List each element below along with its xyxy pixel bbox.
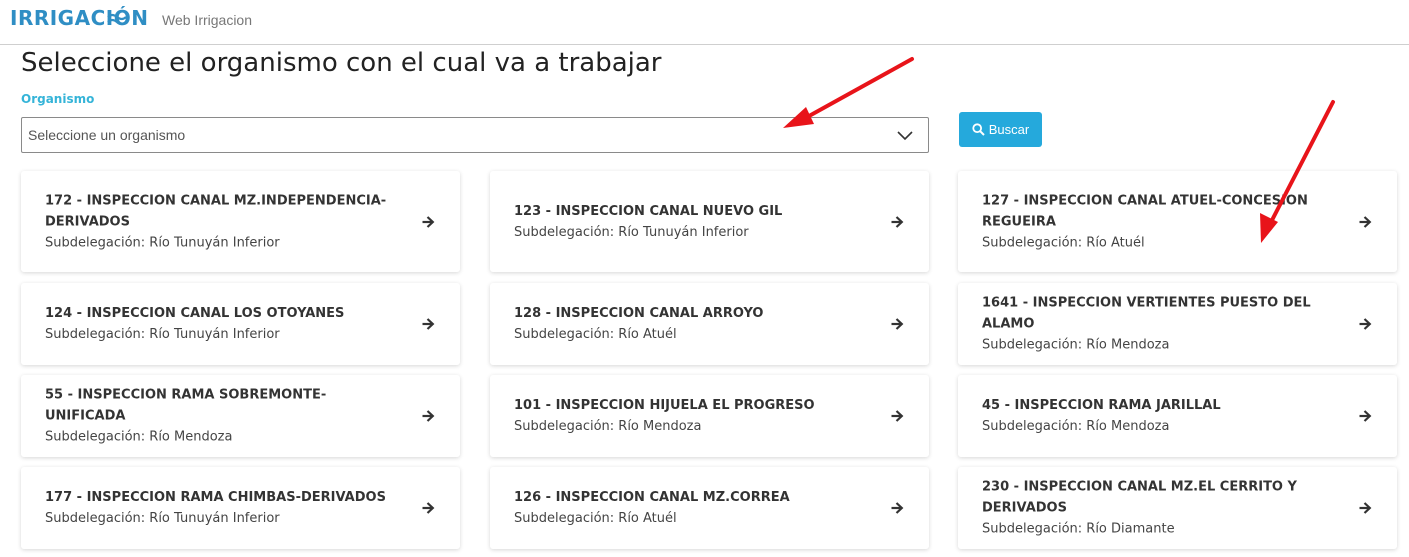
organismo-card[interactable]: 127 - INSPECCION CANAL ATUEL-CONCESION R… xyxy=(958,171,1397,272)
card-title: 127 - INSPECCION CANAL ATUEL-CONCESION R… xyxy=(982,193,1308,229)
organismo-card[interactable]: 1641 - INSPECCION VERTIENTES PUESTO DEL … xyxy=(958,283,1397,365)
brand-logo[interactable]: IRRIGACIÓN xyxy=(10,6,148,30)
card-subtitle: Subdelegación: Río Tunuyán Inferior xyxy=(45,511,280,526)
organismo-card[interactable]: 45 - INSPECCION RAMA JARILLAL Subdelegaci… xyxy=(958,375,1397,457)
card-title: 126 - INSPECCION CANAL MZ.CORREA xyxy=(514,490,790,505)
arrow-right-icon xyxy=(891,215,904,228)
top-navbar: IRRIGACIÓN Web Irrigacion xyxy=(0,0,1409,45)
card-title: 123 - INSPECCION CANAL NUEVO GIL xyxy=(514,203,783,219)
card-content: 123 - INSPECCION CANAL NUEVO GIL Subdeleg… xyxy=(514,201,859,243)
card-content: 127 - INSPECCION CANAL ATUEL-CONCESION R… xyxy=(982,190,1327,253)
arrow-right-icon xyxy=(1359,318,1372,330)
card-title: 45 - INSPECCION RAMA JARILLAL xyxy=(982,398,1221,413)
card-content: 55 - INSPECCION RAMA SOBREMONTE-UNIFICAD… xyxy=(45,385,390,448)
card-subtitle: Subdelegación: Río Tunuyán Inferior xyxy=(45,327,280,342)
organismo-label: Organismo xyxy=(21,92,95,106)
chevron-down-icon xyxy=(897,131,913,141)
page-title: Seleccione el organismo con el cual va a… xyxy=(21,48,662,78)
arrow-right-icon xyxy=(1359,215,1372,228)
card-subtitle: Subdelegación: Río Atuél xyxy=(514,511,677,526)
organismo-card[interactable]: 101 - INSPECCION HIJUELA EL PROGRESO Subd… xyxy=(490,375,929,457)
nav-link-web-irrigacion[interactable]: Web Irrigacion xyxy=(162,12,252,28)
card-content: 126 - INSPECCION CANAL MZ.CORREA Subdeleg… xyxy=(514,487,859,529)
card-subtitle: Subdelegación: Río Mendoza xyxy=(514,419,702,434)
card-content: 177 - INSPECCION RAMA CHIMBAS-DERIVADOS S… xyxy=(45,487,390,529)
arrow-right-icon xyxy=(891,318,904,330)
card-title: 230 - INSPECCION CANAL MZ.EL CERRITO Y D… xyxy=(982,479,1297,516)
card-subtitle: Subdelegación: Río Mendoza xyxy=(982,337,1170,353)
card-subtitle: Subdelegación: Río Tunuyán Inferior xyxy=(514,224,749,240)
card-subtitle: Subdelegación: Río Mendoza xyxy=(982,419,1170,434)
card-title: 101 - INSPECCION HIJUELA EL PROGRESO xyxy=(514,398,815,413)
card-title: 55 - INSPECCION RAMA SOBREMONTE-UNIFICAD… xyxy=(45,387,327,424)
search-button[interactable]: Buscar xyxy=(959,112,1042,147)
water-wave-icon xyxy=(107,13,127,26)
card-content: 101 - INSPECCION HIJUELA EL PROGRESO Subd… xyxy=(514,395,859,437)
card-content: 1641 - INSPECCION VERTIENTES PUESTO DEL … xyxy=(982,293,1327,356)
card-content: 45 - INSPECCION RAMA JARILLAL Subdelegaci… xyxy=(982,395,1327,437)
organismo-card[interactable]: 177 - INSPECCION RAMA CHIMBAS-DERIVADOS S… xyxy=(21,467,460,549)
arrow-right-icon xyxy=(1359,502,1372,514)
search-icon xyxy=(972,123,985,136)
organismo-select-placeholder: Seleccione un organismo xyxy=(28,127,186,143)
organismo-card[interactable]: 126 - INSPECCION CANAL MZ.CORREA Subdeleg… xyxy=(490,467,929,549)
card-content: 230 - INSPECCION CANAL MZ.EL CERRITO Y D… xyxy=(982,477,1327,540)
organismo-select[interactable]: Seleccione un organismo xyxy=(21,117,929,153)
card-subtitle: Subdelegación: Río Atuél xyxy=(982,235,1145,250)
organismo-card[interactable]: 230 - INSPECCION CANAL MZ.EL CERRITO Y D… xyxy=(958,467,1397,549)
arrow-right-icon xyxy=(422,502,435,514)
card-content: 172 - INSPECCION CANAL MZ.INDEPENDENCIA-… xyxy=(45,190,390,253)
card-title: 172 - INSPECCION CANAL MZ.INDEPENDENCIA-… xyxy=(45,193,387,229)
arrow-right-icon xyxy=(422,318,435,330)
organismo-card[interactable]: 123 - INSPECCION CANAL NUEVO GIL Subdeleg… xyxy=(490,171,929,272)
card-content: 124 - INSPECCION CANAL LOS OTOYANES Subde… xyxy=(45,303,390,345)
search-button-label: Buscar xyxy=(988,122,1030,137)
card-subtitle: Subdelegación: Río Tunuyán Inferior xyxy=(45,235,280,250)
card-title: 128 - INSPECCION CANAL ARROYO xyxy=(514,306,764,321)
card-title: 124 - INSPECCION CANAL LOS OTOYANES xyxy=(45,306,345,321)
organismo-card[interactable]: 55 - INSPECCION RAMA SOBREMONTE-UNIFICAD… xyxy=(21,375,460,457)
arrow-right-icon xyxy=(891,502,904,514)
arrow-right-icon xyxy=(422,410,435,422)
arrow-right-icon xyxy=(891,410,904,422)
organismo-card[interactable]: 128 - INSPECCION CANAL ARROYO Subdelegaci… xyxy=(490,283,929,365)
card-subtitle: Subdelegación: Río Atuél xyxy=(514,327,677,342)
card-title: 1641 - INSPECCION VERTIENTES PUESTO DEL … xyxy=(982,295,1311,332)
card-subtitle: Subdelegación: Río Mendoza xyxy=(45,429,233,445)
organismo-card[interactable]: 172 - INSPECCION CANAL MZ.INDEPENDENCIA-… xyxy=(21,171,460,272)
organismo-card[interactable]: 124 - INSPECCION CANAL LOS OTOYANES Subde… xyxy=(21,283,460,365)
arrow-right-icon xyxy=(1359,410,1372,422)
arrow-right-icon xyxy=(422,215,435,228)
card-title: 177 - INSPECCION RAMA CHIMBAS-DERIVADOS xyxy=(45,490,386,505)
card-subtitle: Subdelegación: Río Diamante xyxy=(982,521,1175,537)
card-content: 128 - INSPECCION CANAL ARROYO Subdelegaci… xyxy=(514,303,859,345)
